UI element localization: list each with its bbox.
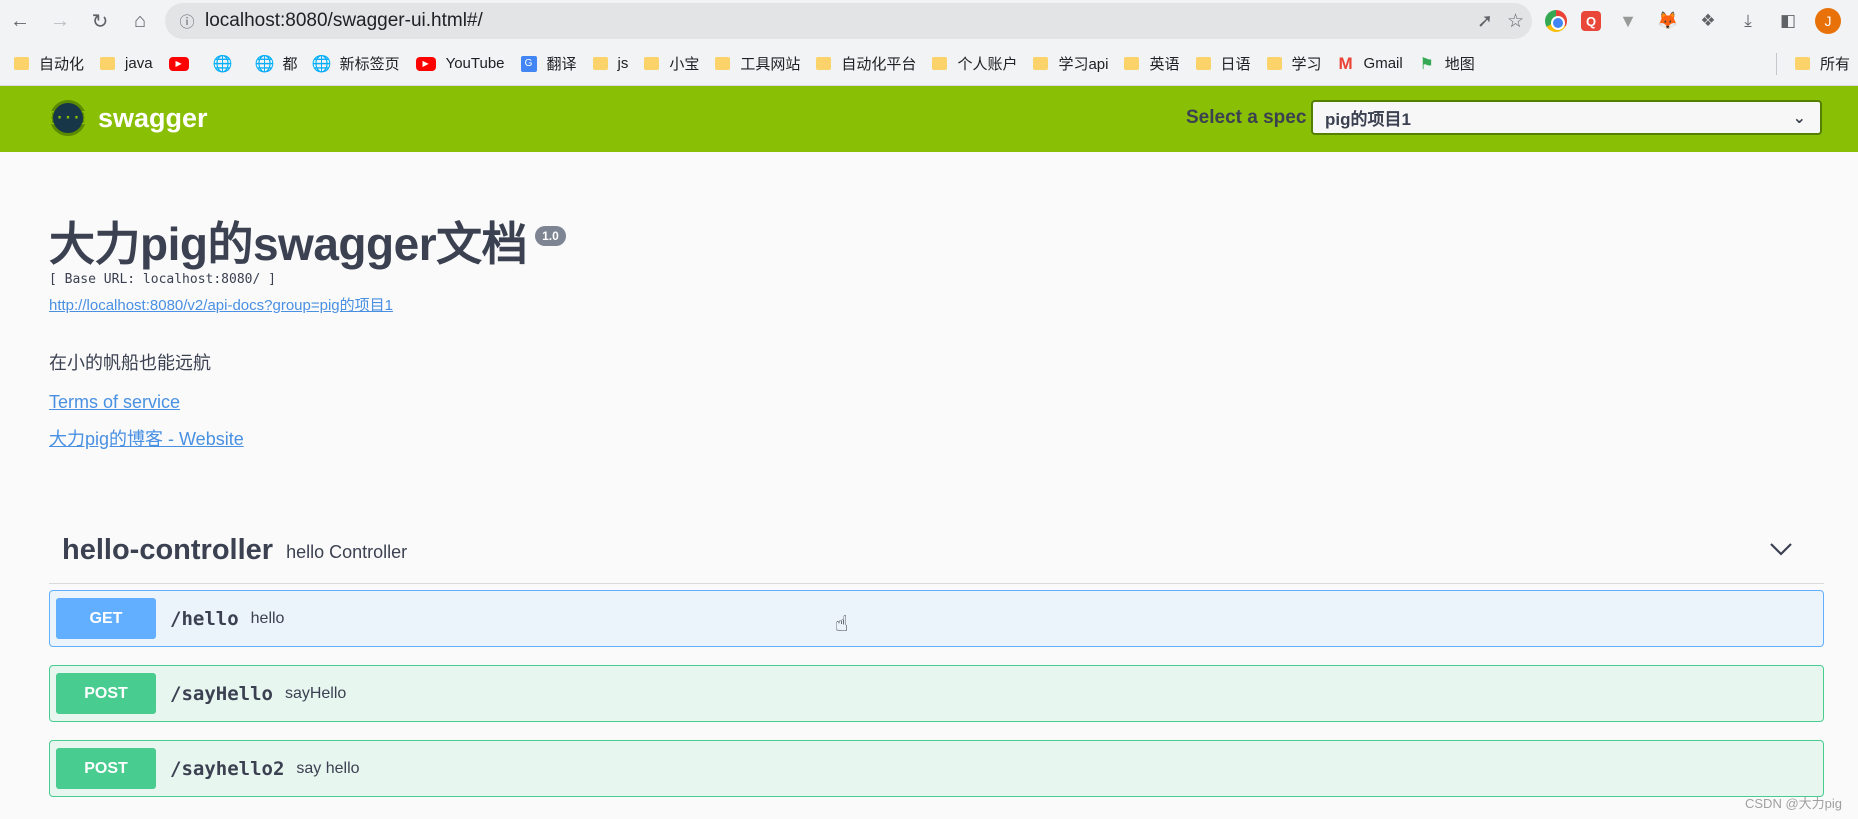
bookmark-item[interactable]: 自动化平台 <box>808 49 924 79</box>
folder-icon <box>1033 57 1049 70</box>
reload-icon[interactable]: ↻ <box>80 1 120 41</box>
address-bar[interactable]: ⓘ localhost:8080/swagger-ui.html#/ ➚ ☆ <box>165 3 1532 39</box>
chrome-extension-icon[interactable] <box>1545 10 1567 32</box>
operation-summary: sayHello <box>284 684 347 702</box>
operation-path: /sayhello2 <box>170 757 285 780</box>
bookmark-item[interactable]: 学习 <box>1259 49 1330 79</box>
back-icon[interactable]: ← <box>0 1 40 41</box>
globe-icon: 🌐 <box>311 55 332 73</box>
bookmark-item[interactable]: java <box>92 49 161 79</box>
globe-icon: 🌐 <box>254 55 275 73</box>
version-badge: 1.0 <box>535 226 566 246</box>
bookmark-item[interactable]: 英语 <box>1116 49 1187 79</box>
folder-icon <box>644 57 660 70</box>
method-badge: GET <box>56 598 156 639</box>
controller-tag-header[interactable]: hello-controller hello Controller <box>49 518 1824 584</box>
globe-icon: 🌐 <box>212 55 233 73</box>
folder-icon <box>100 57 116 70</box>
api-info: 大力pig的swagger文档 1.0 [ Base URL: localhos… <box>49 216 566 315</box>
bookmark-item[interactable]: 个人账户 <box>924 49 1025 79</box>
bookmark-item[interactable]: 🌐 都 <box>249 49 306 79</box>
share-icon[interactable]: ➚ <box>1477 10 1493 33</box>
extension-bar: Q ▼ 🦊 ❖ ⤓ ◧ J <box>1545 0 1841 42</box>
site-info-icon[interactable]: ⓘ <box>169 3 205 39</box>
controller-description: hello Controller <box>286 541 408 562</box>
page-title: 大力pig的swagger文档 <box>49 218 528 270</box>
bookmark-item[interactable]: ⚑ 地图 <box>1411 49 1483 79</box>
api-description: 在小的帆船也能远航 <box>49 353 211 373</box>
youtube-icon: ▶ <box>415 56 436 71</box>
profile-avatar[interactable]: J <box>1815 8 1841 34</box>
bookmark-separator <box>1775 52 1777 75</box>
operation-path: /sayHello <box>170 682 273 705</box>
folder-icon <box>1195 57 1211 70</box>
bookmark-item[interactable]: ▶ YouTube <box>408 49 513 79</box>
maps-icon: ⚑ <box>1419 55 1434 73</box>
vue-devtools-icon[interactable]: ▼ <box>1615 8 1641 34</box>
operation-post-sayhello[interactable]: POST /sayHello sayHello <box>49 665 1824 722</box>
method-badge: POST <box>56 748 156 789</box>
google-translate-icon: G <box>520 55 537 72</box>
chevron-down-icon: ⌄ <box>1792 110 1806 127</box>
side-panel-icon[interactable]: ◧ <box>1775 8 1801 34</box>
swagger-logo[interactable]: {···} swagger <box>47 100 208 136</box>
terms-of-service-link[interactable]: Terms of service <box>49 392 180 413</box>
bookmark-item[interactable]: M Gmail <box>1330 49 1411 79</box>
operation-path: /hello <box>170 607 239 630</box>
folder-icon <box>592 57 608 70</box>
folder-icon <box>1124 57 1140 70</box>
bookmark-item[interactable]: js <box>585 49 637 79</box>
hand-cursor-icon: ☝ <box>835 611 849 636</box>
gmail-icon: M <box>1338 53 1353 73</box>
operation-get-hello[interactable]: GET /hello hello <box>49 590 1824 647</box>
folder-icon <box>715 57 731 70</box>
bookmark-item[interactable]: ▶ <box>161 49 207 79</box>
extensions-puzzle-icon[interactable]: ❖ <box>1695 8 1721 34</box>
base-url: [ Base URL: localhost:8080/ ] <box>49 272 276 287</box>
bookmark-item[interactable]: 工具网站 <box>707 49 808 79</box>
download-icon[interactable]: ⤓ <box>1735 8 1761 34</box>
browser-toolbar: ← → ↻ ⌂ ⓘ localhost:8080/swagger-ui.html… <box>0 0 1858 42</box>
controller-name: hello-controller <box>62 534 274 566</box>
folder-icon <box>1794 57 1810 70</box>
bookmark-item[interactable]: 日语 <box>1188 49 1259 79</box>
website-link[interactable]: 大力pig的博客 - Website <box>49 425 244 451</box>
bookmark-star-icon[interactable]: ☆ <box>1507 10 1524 33</box>
folder-icon <box>1266 57 1282 70</box>
metamask-icon[interactable]: 🦊 <box>1655 8 1681 34</box>
folder-icon <box>816 57 832 70</box>
spec-select-value: pig的项目1 <box>1325 110 1411 129</box>
folder-icon <box>932 57 948 70</box>
bookmark-item[interactable]: G 翻译 <box>513 49 585 79</box>
watermark: CSDN @大力pig <box>1745 796 1842 811</box>
spec-select[interactable]: pig的项目1 ⌄ <box>1311 100 1822 135</box>
url-text[interactable]: localhost:8080/swagger-ui.html#/ <box>205 10 483 32</box>
bookmark-item[interactable]: 🌐 <box>207 49 249 79</box>
operation-summary: say hello <box>296 759 360 777</box>
method-badge: POST <box>56 673 156 714</box>
api-docs-link[interactable]: http://localhost:8080/v2/api-docs?group=… <box>49 294 566 315</box>
home-icon[interactable]: ⌂ <box>120 1 160 41</box>
bookmarks-bar: 自动化 java ▶ 🌐 🌐 都 🌐 新标签页 ▶ YouTube G 翻译 js 小宝… <box>0 42 1858 86</box>
select-spec-label: Select a spec <box>1186 107 1307 128</box>
bookmark-item[interactable]: 小宝 <box>636 49 707 79</box>
bookmark-item[interactable]: 自动化 <box>6 49 92 79</box>
swagger-topbar: {···} swagger Select a spec pig的项目1 ⌄ <box>0 86 1858 152</box>
bookmark-item[interactable]: 🌐 新标签页 <box>306 49 408 79</box>
folder-icon <box>14 57 29 70</box>
bookmark-item[interactable]: 学习api <box>1025 49 1116 79</box>
chevron-down-icon[interactable] <box>1768 536 1794 562</box>
swagger-logo-icon: {···} <box>47 100 89 136</box>
swagger-logo-text: swagger <box>98 102 208 133</box>
q-extension-icon[interactable]: Q <box>1581 11 1601 31</box>
operation-post-sayhello2[interactable]: POST /sayhello2 say hello <box>49 740 1824 797</box>
other-bookmarks[interactable]: 所有 <box>1787 49 1858 79</box>
operation-summary: hello <box>250 609 285 627</box>
youtube-icon: ▶ <box>168 56 189 71</box>
forward-icon[interactable]: → <box>40 1 80 41</box>
